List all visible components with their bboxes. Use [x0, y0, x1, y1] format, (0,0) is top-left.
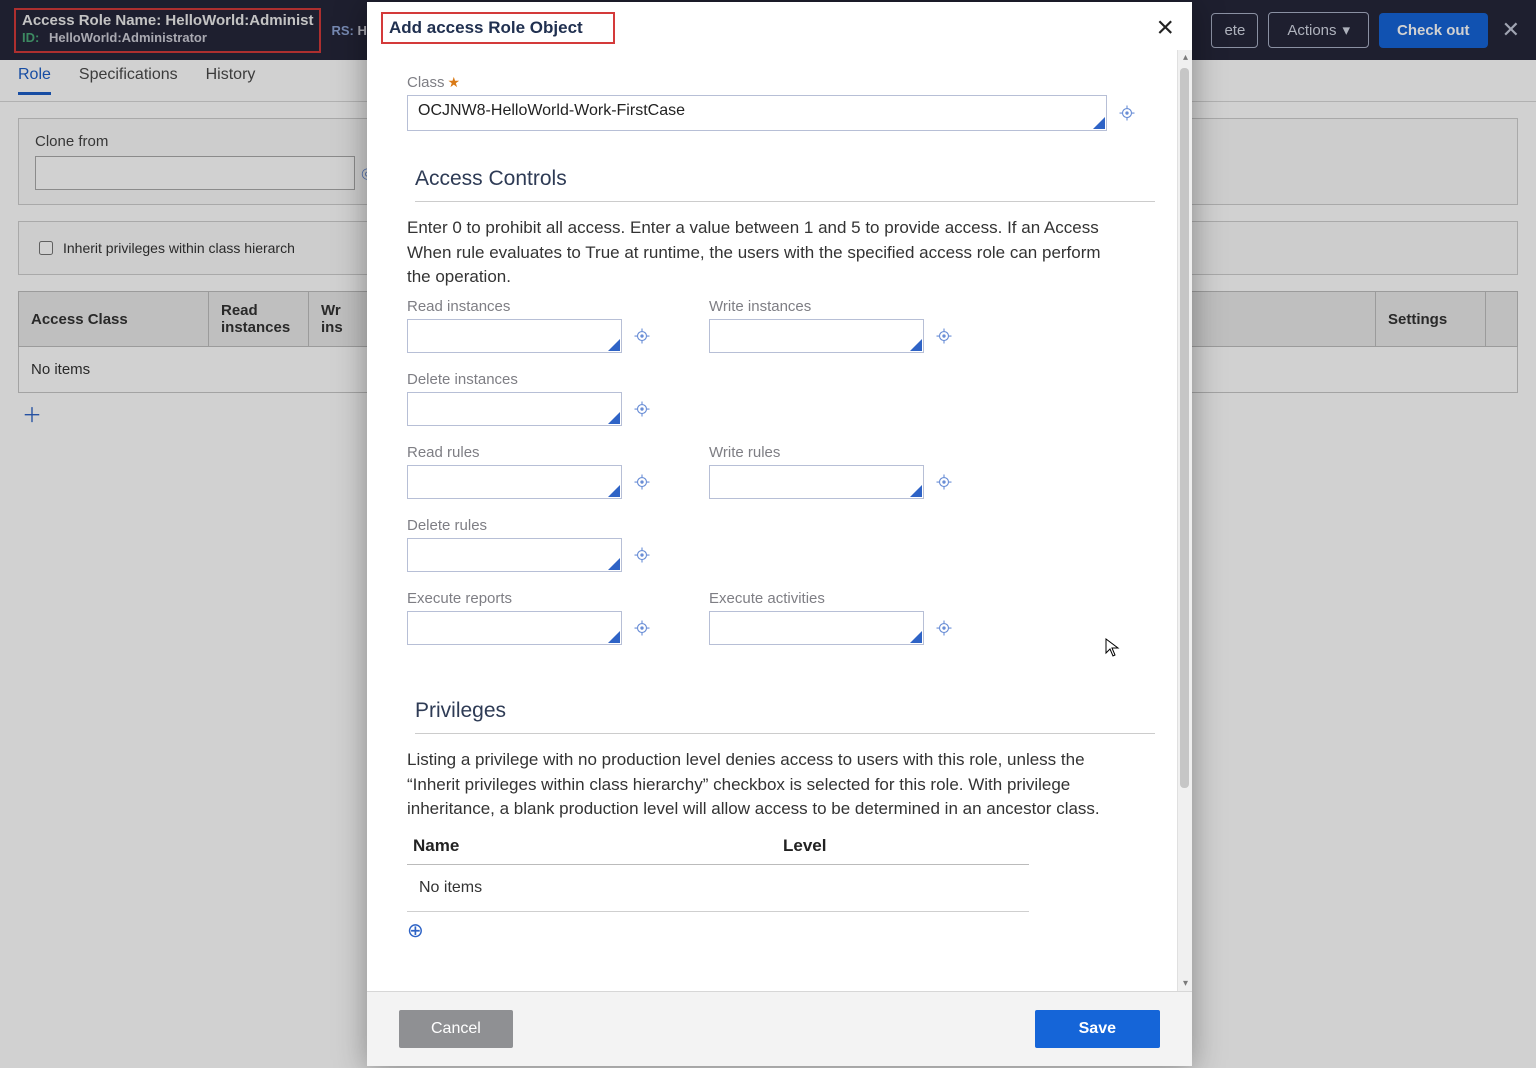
read-instances-input[interactable]	[407, 319, 622, 353]
crosshair-icon[interactable]	[632, 472, 652, 492]
access-controls-heading: Access Controls	[415, 167, 1155, 202]
write-rules-label: Write rules	[709, 444, 969, 461]
crosshair-icon[interactable]	[632, 399, 652, 419]
scrollbar[interactable]: ▴ ▾	[1177, 50, 1192, 991]
add-access-role-object-modal: Add access Role Object × ▴ ▾ Class★ OCJN…	[367, 2, 1192, 1066]
crosshair-icon[interactable]	[632, 618, 652, 638]
crosshair-icon[interactable]	[934, 326, 954, 346]
execute-reports-label: Execute reports	[407, 590, 667, 607]
table-row: No items	[407, 864, 1029, 911]
read-instances-label: Read instances	[407, 298, 667, 315]
class-label: Class★	[407, 74, 1152, 91]
priv-col-name: Name	[407, 828, 777, 865]
required-icon: ★	[448, 74, 461, 90]
modal-title: Add access Role Object	[381, 12, 615, 44]
modal-body: ▴ ▾ Class★ OCJNW8-HelloWorld-Work-FirstC…	[367, 50, 1192, 991]
privileges-help: Listing a privilege with no production l…	[407, 748, 1107, 822]
scroll-up-icon[interactable]: ▴	[1178, 50, 1192, 65]
modal-header: Add access Role Object ×	[367, 2, 1192, 50]
scroll-down-icon[interactable]: ▾	[1178, 976, 1192, 991]
crosshair-icon[interactable]	[934, 472, 954, 492]
execute-reports-input[interactable]	[407, 611, 622, 645]
execute-activities-input[interactable]	[709, 611, 924, 645]
read-rules-label: Read rules	[407, 444, 667, 461]
crosshair-icon[interactable]	[1117, 103, 1137, 123]
crosshair-icon[interactable]	[934, 618, 954, 638]
write-rules-input[interactable]	[709, 465, 924, 499]
write-instances-label: Write instances	[709, 298, 969, 315]
scroll-thumb[interactable]	[1180, 68, 1189, 788]
execute-activities-label: Execute activities	[709, 590, 969, 607]
class-input[interactable]: OCJNW8-HelloWorld-Work-FirstCase	[407, 95, 1107, 131]
write-instances-input[interactable]	[709, 319, 924, 353]
priv-no-items: No items	[407, 864, 1029, 911]
delete-rules-label: Delete rules	[407, 517, 967, 534]
priv-col-level: Level	[777, 828, 1029, 865]
read-rules-input[interactable]	[407, 465, 622, 499]
delete-rules-input[interactable]	[407, 538, 622, 572]
save-button[interactable]: Save	[1035, 1010, 1160, 1048]
modal-footer: Cancel Save	[367, 991, 1192, 1066]
cancel-button[interactable]: Cancel	[399, 1010, 513, 1048]
delete-instances-label: Delete instances	[407, 371, 967, 388]
add-privilege-icon[interactable]: ⊕	[407, 918, 1152, 943]
crosshair-icon[interactable]	[632, 545, 652, 565]
delete-instances-input[interactable]	[407, 392, 622, 426]
access-controls-help: Enter 0 to prohibit all access. Enter a …	[407, 216, 1107, 290]
privileges-table: Name Level No items	[407, 828, 1029, 912]
access-controls-fields: Read instances Write instances Delete in…	[407, 298, 1152, 663]
privileges-heading: Privileges	[415, 699, 1155, 734]
close-icon[interactable]: ×	[1156, 13, 1174, 43]
crosshair-icon[interactable]	[632, 326, 652, 346]
